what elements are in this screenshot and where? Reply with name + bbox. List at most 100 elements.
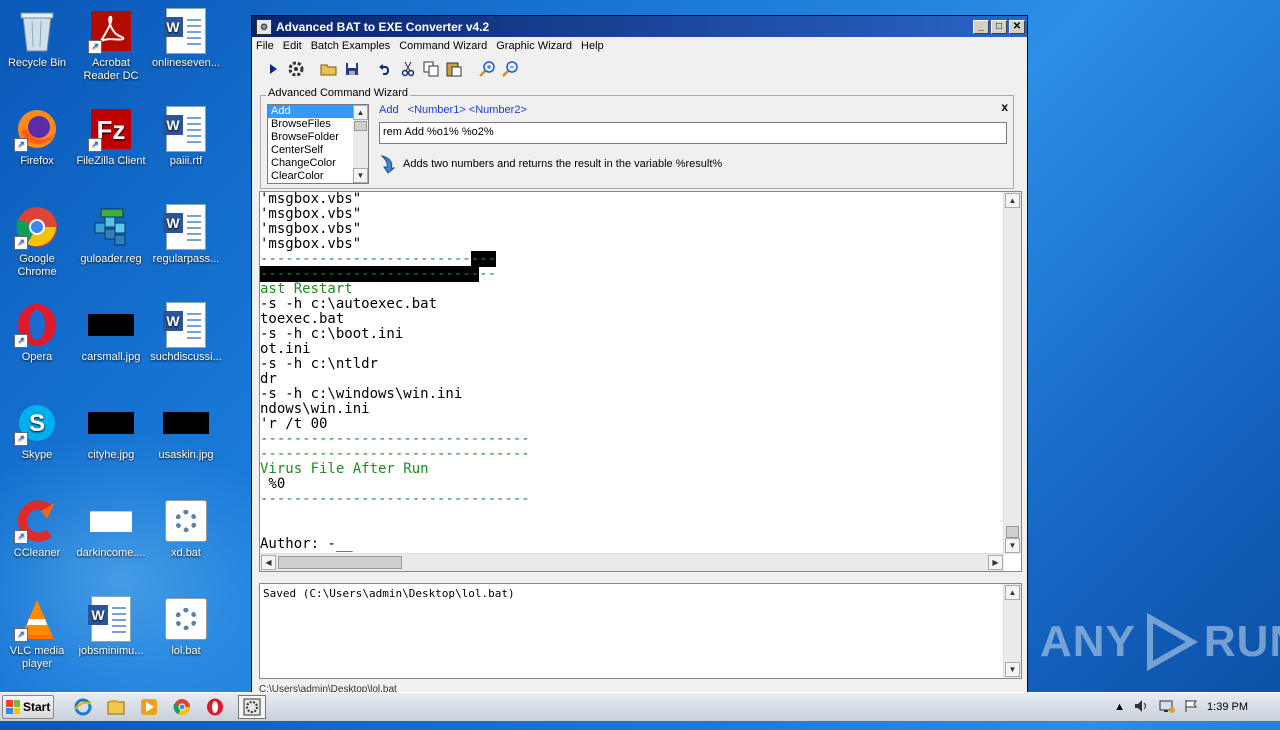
filezilla-icon: Fz ↗	[88, 106, 134, 152]
desktop-icon-ccleaner[interactable]: ↗ CCleaner	[0, 498, 74, 560]
compile-icon[interactable]	[287, 60, 305, 78]
desktop-icon-google-chrome[interactable]: ↗ Google Chrome	[0, 204, 74, 279]
desktop-icon-darkincome[interactable]: darkincome....	[74, 498, 148, 560]
desktop-icon-guloader-reg[interactable]: guloader.reg	[74, 204, 148, 266]
code-line: -s -h c:\windows\win.ini	[260, 386, 463, 402]
shortcut-arrow-icon: ↗	[88, 138, 102, 152]
anyrun-watermark: ANY RUN	[1040, 612, 1280, 672]
open-icon[interactable]	[320, 60, 338, 78]
opera-icon[interactable]	[202, 696, 228, 718]
desktop-icon-label: CCleaner	[13, 547, 61, 559]
desktop-icon-label: usaskin.jpg	[158, 449, 214, 461]
code-line: ----------------------------	[260, 251, 1004, 267]
desktop-icon-opera[interactable]: ↗ Opera	[0, 302, 74, 364]
editor-vertical-scrollbar[interactable]: ▲ ▼	[1003, 192, 1021, 554]
desktop-icon-jobsminimu[interactable]: jobsminimu...	[74, 596, 148, 658]
save-icon[interactable]	[343, 60, 361, 78]
menu-file[interactable]: File	[256, 39, 274, 53]
command-list-item[interactable]: Add	[268, 105, 353, 118]
zoom-in-icon[interactable]	[478, 60, 496, 78]
desktop-icon-acrobat[interactable]: ↗ Acrobat Reader DC	[74, 8, 148, 83]
code-line: 'msgbox.vbs"	[260, 206, 362, 222]
windows-logo-icon	[6, 700, 20, 714]
menu-help[interactable]: Help	[581, 39, 604, 53]
scrollbar-thumb[interactable]	[354, 121, 367, 131]
copy-icon[interactable]	[422, 60, 440, 78]
code-line: dr	[260, 371, 277, 387]
scroll-up-icon[interactable]: ▲	[1005, 585, 1020, 600]
desktop-icon-recycle-bin[interactable]: Recycle Bin	[0, 8, 74, 70]
menu-batch-examples[interactable]: Batch Examples	[311, 39, 390, 53]
desktop-icon-label: Skype	[21, 449, 53, 461]
volume-icon[interactable]	[1134, 699, 1150, 716]
insert-arrow-icon[interactable]	[379, 154, 397, 174]
cut-icon[interactable]	[399, 60, 417, 78]
desktop-icon-usaskin[interactable]: usaskin.jpg	[149, 400, 223, 462]
desktop-icon-xd-bat[interactable]: xd.bat	[149, 498, 223, 560]
code-comment: --	[479, 266, 497, 282]
firefox-icon: ↗	[14, 106, 60, 152]
desktop-icon-label: VLC media player	[9, 645, 65, 670]
desktop-icon-lol-bat[interactable]: lol.bat	[149, 596, 223, 658]
taskbar-clock[interactable]: 1:39 PM	[1207, 701, 1248, 713]
ie-icon[interactable]	[70, 696, 96, 718]
desktop-icon-suchdiscussi[interactable]: suchdiscussi...	[149, 302, 223, 364]
batch-file-icon	[163, 498, 209, 544]
explorer-icon[interactable]	[103, 696, 129, 718]
run-icon[interactable]	[264, 60, 282, 78]
bat-converter-icon[interactable]	[238, 695, 266, 719]
action-center-flag-icon[interactable]	[1184, 699, 1198, 716]
scroll-down-icon[interactable]: ▼	[353, 168, 368, 183]
title-bar[interactable]: ⚙ Advanced BAT to EXE Converter v4.2 _ □…	[252, 16, 1027, 37]
syntax-args: <Number1> <Number2>	[407, 104, 527, 116]
show-hidden-icons[interactable]: ▲	[1114, 701, 1125, 713]
command-input[interactable]: rem Add %o1% %o2%	[379, 122, 1007, 144]
command-list[interactable]: Add BrowseFiles BrowseFolder CenterSelf …	[267, 104, 369, 184]
media-player-icon[interactable]	[136, 696, 162, 718]
output-panel[interactable]: Saved (C:\Users\admin\Desktop\lol.bat) ▲…	[259, 583, 1022, 679]
minimize-button[interactable]: _	[973, 19, 989, 34]
desktop-icon-filezilla[interactable]: Fz ↗ FileZilla Client	[74, 106, 148, 168]
app-icon: ⚙	[256, 18, 272, 35]
scroll-up-icon[interactable]: ▲	[1005, 193, 1020, 208]
scroll-right-icon[interactable]: ▶	[988, 555, 1003, 570]
chrome-icon[interactable]	[169, 696, 195, 718]
desktop-icon-cityhe[interactable]: cityhe.jpg	[74, 400, 148, 462]
desktop-icon-vlc[interactable]: ↗ VLC media player	[0, 596, 74, 671]
code-text[interactable]: 'msgbox.vbs" 'msgbox.vbs" 'msgbox.vbs" '…	[260, 192, 1004, 554]
desktop-icon-paiii[interactable]: paiii.rtf	[149, 106, 223, 168]
output-scrollbar[interactable]: ▲ ▼	[1003, 584, 1021, 678]
scroll-down-icon[interactable]: ▼	[1005, 538, 1020, 553]
scroll-up-icon[interactable]: ▲	[353, 105, 368, 120]
undo-icon[interactable]	[376, 60, 394, 78]
scrollbar-thumb[interactable]	[1006, 526, 1019, 538]
network-icon[interactable]	[1159, 699, 1176, 716]
code-line: --------------------------------	[260, 491, 530, 507]
shortcut-arrow-icon: ↗	[14, 432, 28, 446]
code-editor[interactable]: 'msgbox.vbs" 'msgbox.vbs" 'msgbox.vbs" '…	[259, 191, 1022, 572]
scroll-down-icon[interactable]: ▼	[1005, 662, 1020, 677]
start-button[interactable]: Start	[2, 695, 54, 719]
zoom-out-icon[interactable]	[501, 60, 519, 78]
close-button[interactable]: ✕	[1009, 19, 1025, 34]
desktop-icon-onlineseven[interactable]: onlineseven...	[149, 8, 223, 70]
command-syntax: Add <Number1> <Number2>	[379, 104, 527, 116]
paste-icon[interactable]	[445, 60, 463, 78]
menu-edit[interactable]: Edit	[283, 39, 302, 53]
desktop-icon-skype[interactable]: S ↗ Skype	[0, 400, 74, 462]
command-wizard-panel: Advanced Command Wizard x Add BrowseFile…	[260, 87, 1014, 189]
desktop-icon-regularpass[interactable]: regularpass...	[149, 204, 223, 266]
maximize-button[interactable]: □	[991, 19, 1007, 34]
desktop-icon-label: Firefox	[20, 155, 54, 167]
menu-graphic-wizard[interactable]: Graphic Wizard	[496, 39, 572, 53]
code-line: toexec.bat	[260, 311, 345, 327]
desktop-icon-label: paiii.rtf	[169, 155, 203, 167]
command-list-scrollbar[interactable]: ▲ ▼	[353, 105, 368, 183]
desktop-icon-firefox[interactable]: ↗ Firefox	[0, 106, 74, 168]
desktop-icon-carsmall[interactable]: carsmall.jpg	[74, 302, 148, 364]
scroll-left-icon[interactable]: ◀	[261, 555, 276, 570]
scrollbar-thumb[interactable]	[278, 556, 402, 569]
menu-command-wizard[interactable]: Command Wizard	[399, 39, 487, 53]
editor-horizontal-scrollbar[interactable]: ◀ ▶	[260, 553, 1004, 571]
wizard-close-button[interactable]: x	[1001, 100, 1008, 114]
